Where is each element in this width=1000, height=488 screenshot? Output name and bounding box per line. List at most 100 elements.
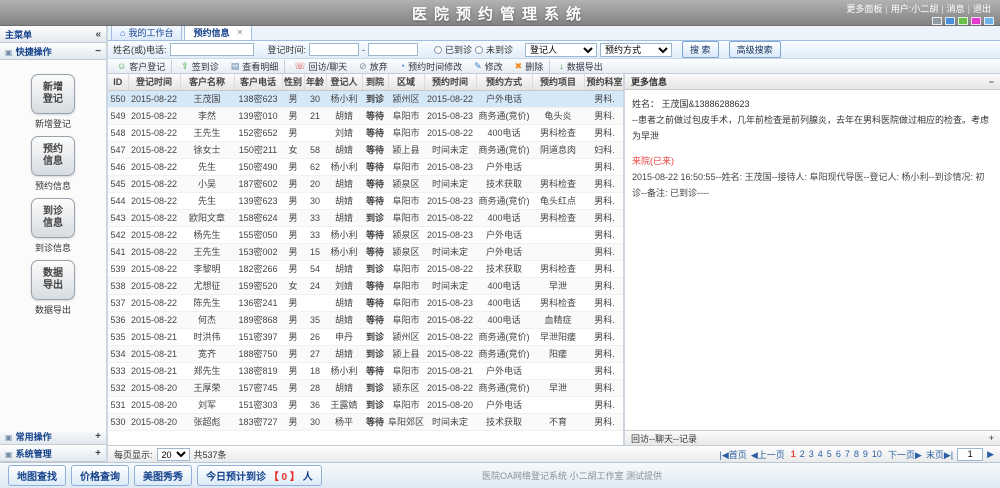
col-region[interactable]: 区域	[388, 74, 425, 91]
section-system-management[interactable]: ▣ 系统管理 +	[0, 445, 106, 462]
skin-swatch[interactable]	[932, 17, 942, 25]
map-view-button[interactable]: 地图查找	[8, 465, 66, 486]
messages-link[interactable]: 消息	[944, 4, 968, 14]
table-row[interactable]: 533 2015-08-21 郑先生 138密819 男 18 杨小利 等待 阜阳市 2015-0…	[108, 362, 623, 380]
cell-name[interactable]: 王先生	[180, 124, 234, 142]
expand-plus-icon[interactable]: +	[95, 448, 101, 459]
col-age[interactable]: 年龄	[304, 74, 327, 91]
page-4[interactable]: 4	[816, 449, 825, 459]
table-row[interactable]: 544 2015-08-22 先生 139密623 男 30 胡婧 等待 阜阳市 2015-08-…	[108, 192, 623, 210]
cell-name[interactable]: 王茂国	[180, 90, 234, 108]
cell-name[interactable]: 李黎明	[180, 260, 234, 278]
last-page-button[interactable]: 末页▶|	[926, 448, 953, 461]
table-row[interactable]: 549 2015-08-22 李然 139密010 男 21 胡婧 等待 阜阳市 2015-08-…	[108, 107, 623, 125]
table-row[interactable]: 532 2015-08-20 王厚荣 157密745 男 28 胡婧 到诊 颍东区 2015-08…	[108, 379, 623, 397]
col-gender[interactable]: 性别	[282, 74, 305, 91]
search-button[interactable]: 搜 索	[682, 41, 719, 58]
page-1[interactable]: 1	[789, 449, 798, 459]
tab-my-workbench[interactable]: ⌂ 我的工作台	[111, 24, 183, 40]
appointment-time-edit-button[interactable]: ◔ 预约时间修改	[394, 60, 468, 73]
cell-name[interactable]: 宽齐	[180, 345, 234, 363]
page-2[interactable]: 2	[798, 449, 807, 459]
more-panels-link[interactable]: 更多面板	[843, 4, 885, 14]
page-3[interactable]: 3	[807, 449, 816, 459]
price-query-button[interactable]: 价格查询	[71, 465, 129, 486]
page-9[interactable]: 9	[861, 449, 870, 459]
registrar-select[interactable]: 登记人	[525, 42, 598, 57]
cell-name[interactable]: 徐女士	[180, 141, 234, 159]
cell-name[interactable]: 先生	[180, 192, 234, 210]
reg-time-from-input[interactable]	[309, 43, 360, 56]
collapse-minus-icon[interactable]: −	[989, 77, 994, 87]
method-select[interactable]: 预约方式	[600, 42, 673, 57]
col-customer-name[interactable]: 客户名称	[180, 74, 235, 91]
goto-page-button[interactable]: ▶	[987, 449, 994, 460]
table-row[interactable]: 531 2015-08-20 刘军 151密303 男 36 王露婧 到诊 阜阳市 2015-08…	[108, 396, 623, 414]
per-page-select[interactable]: 20	[156, 447, 190, 461]
table-row[interactable]: 546 2015-08-22 先生 150密490 男 62 杨小利 等待 阜阳市 2015-08…	[108, 158, 623, 176]
first-page-button[interactable]: |◀首页	[720, 448, 747, 461]
table-row[interactable]: 543 2015-08-22 欧阳文章 158密624 男 33 胡婧 到诊 阜阳市 2015-0…	[108, 209, 623, 227]
not-arrived-radio[interactable]	[475, 45, 484, 54]
tab-appointment-info[interactable]: 预约信息 ✕	[184, 24, 253, 40]
page-5[interactable]: 5	[825, 449, 834, 459]
arrival-info-button[interactable]: 到诊 信息	[31, 198, 75, 238]
cell-name[interactable]: 张超彪	[180, 413, 234, 431]
col-appt-method[interactable]: 预约方式	[476, 74, 533, 91]
skin-swatch[interactable]	[945, 17, 955, 25]
arrived-radio[interactable]	[434, 45, 443, 54]
cell-name[interactable]: 王先生	[180, 243, 234, 261]
page-6[interactable]: 6	[834, 449, 843, 459]
close-icon[interactable]: ✕	[236, 28, 243, 37]
appointment-info-button[interactable]: 预约 信息	[31, 136, 75, 176]
new-registration-button[interactable]: 新增 登记	[31, 74, 75, 114]
cell-name[interactable]: 陈先生	[180, 294, 234, 312]
reg-time-to-input[interactable]	[368, 43, 419, 56]
cell-name[interactable]: 时洪伟	[180, 328, 234, 346]
page-7[interactable]: 7	[843, 449, 852, 459]
customer-register-button[interactable]: ☺ 客户登记	[111, 59, 173, 73]
name-phone-input[interactable]	[169, 43, 254, 56]
meitu-button[interactable]: 美图秀秀	[134, 465, 192, 486]
callback-chat-button[interactable]: ☏ 回访/聊天	[288, 60, 353, 73]
table-row[interactable]: 547 2015-08-22 徐女士 150密211 女 58 胡婧 等待 颍上县 时间未定 商务通…	[108, 141, 623, 159]
col-customer-phone[interactable]: 客户电话	[234, 74, 283, 91]
table-row[interactable]: 550 2015-08-22 王茂国 138密623 男 30 杨小利 到诊 颍州区 2015-0…	[108, 90, 623, 108]
view-detail-button[interactable]: ▤ 查看明细	[225, 59, 286, 73]
goto-page-input[interactable]	[957, 447, 984, 461]
table-row[interactable]: 537 2015-08-22 陈先生 136密241 男 胡婧 等待 阜阳市 2015-08-2…	[108, 294, 623, 312]
col-reg-time[interactable]: 登记时间	[128, 74, 181, 91]
page-8[interactable]: 8	[852, 449, 861, 459]
prev-page-button[interactable]: ◀上一页	[751, 448, 785, 461]
cell-name[interactable]: 王厚荣	[180, 379, 234, 397]
col-appt-time[interactable]: 预约时间	[424, 74, 477, 91]
logout-link[interactable]: 退出	[970, 4, 994, 14]
col-appt-dept[interactable]: 预约科室	[584, 74, 623, 91]
cell-name[interactable]: 先生	[180, 158, 234, 176]
table-row[interactable]: 541 2015-08-22 王先生 153密002 男 15 杨小利 等待 颍泉区 时间未定 户外…	[108, 243, 623, 261]
delete-button[interactable]: ✖ 删除	[509, 59, 551, 73]
col-registrar[interactable]: 登记人	[326, 74, 363, 91]
cell-name[interactable]: 小吴	[180, 175, 234, 193]
table-row[interactable]: 539 2015-08-22 李黎明 182密266 男 54 胡婧 到诊 阜阳市 2015-08…	[108, 260, 623, 278]
table-row[interactable]: 542 2015-08-22 杨先生 155密050 男 33 杨小利 等待 颍泉区 2015-0…	[108, 226, 623, 244]
edit-button[interactable]: ✎ 修改	[468, 60, 509, 73]
current-user-link[interactable]: 用户:小二胡	[888, 4, 942, 14]
col-appt-project[interactable]: 预约项目	[532, 74, 585, 91]
page-10[interactable]: 10	[870, 449, 884, 459]
sign-in-button[interactable]: ⇧ 签到诊	[175, 60, 225, 73]
data-export-shortcut-button[interactable]: 数据 导出	[31, 260, 75, 300]
collapse-minus-icon[interactable]: −	[95, 46, 101, 57]
table-row[interactable]: 534 2015-08-21 宽齐 188密750 男 27 胡婧 到诊 颍上县 2015-08-…	[108, 345, 623, 363]
table-row[interactable]: 538 2015-08-22 尤想征 159密520 女 24 刘婧 等待 阜阳市 时间未定 400…	[108, 277, 623, 295]
advanced-search-button[interactable]: 高级搜索	[728, 41, 781, 58]
data-export-button[interactable]: ↓ 数据导出	[553, 60, 609, 73]
table-row[interactable]: 536 2015-08-22 何杰 189密868 男 35 胡婧 等待 阜阳市 2015-08-…	[108, 311, 623, 329]
cell-name[interactable]: 刘军	[180, 396, 234, 414]
expand-plus-icon[interactable]: +	[989, 433, 994, 443]
section-common-actions[interactable]: ▣ 常用操作 +	[0, 428, 106, 445]
skin-swatch[interactable]	[971, 17, 981, 25]
col-arrival[interactable]: 到院	[362, 74, 389, 91]
cell-name[interactable]: 何杰	[180, 311, 234, 329]
skin-swatch[interactable]	[984, 17, 994, 25]
